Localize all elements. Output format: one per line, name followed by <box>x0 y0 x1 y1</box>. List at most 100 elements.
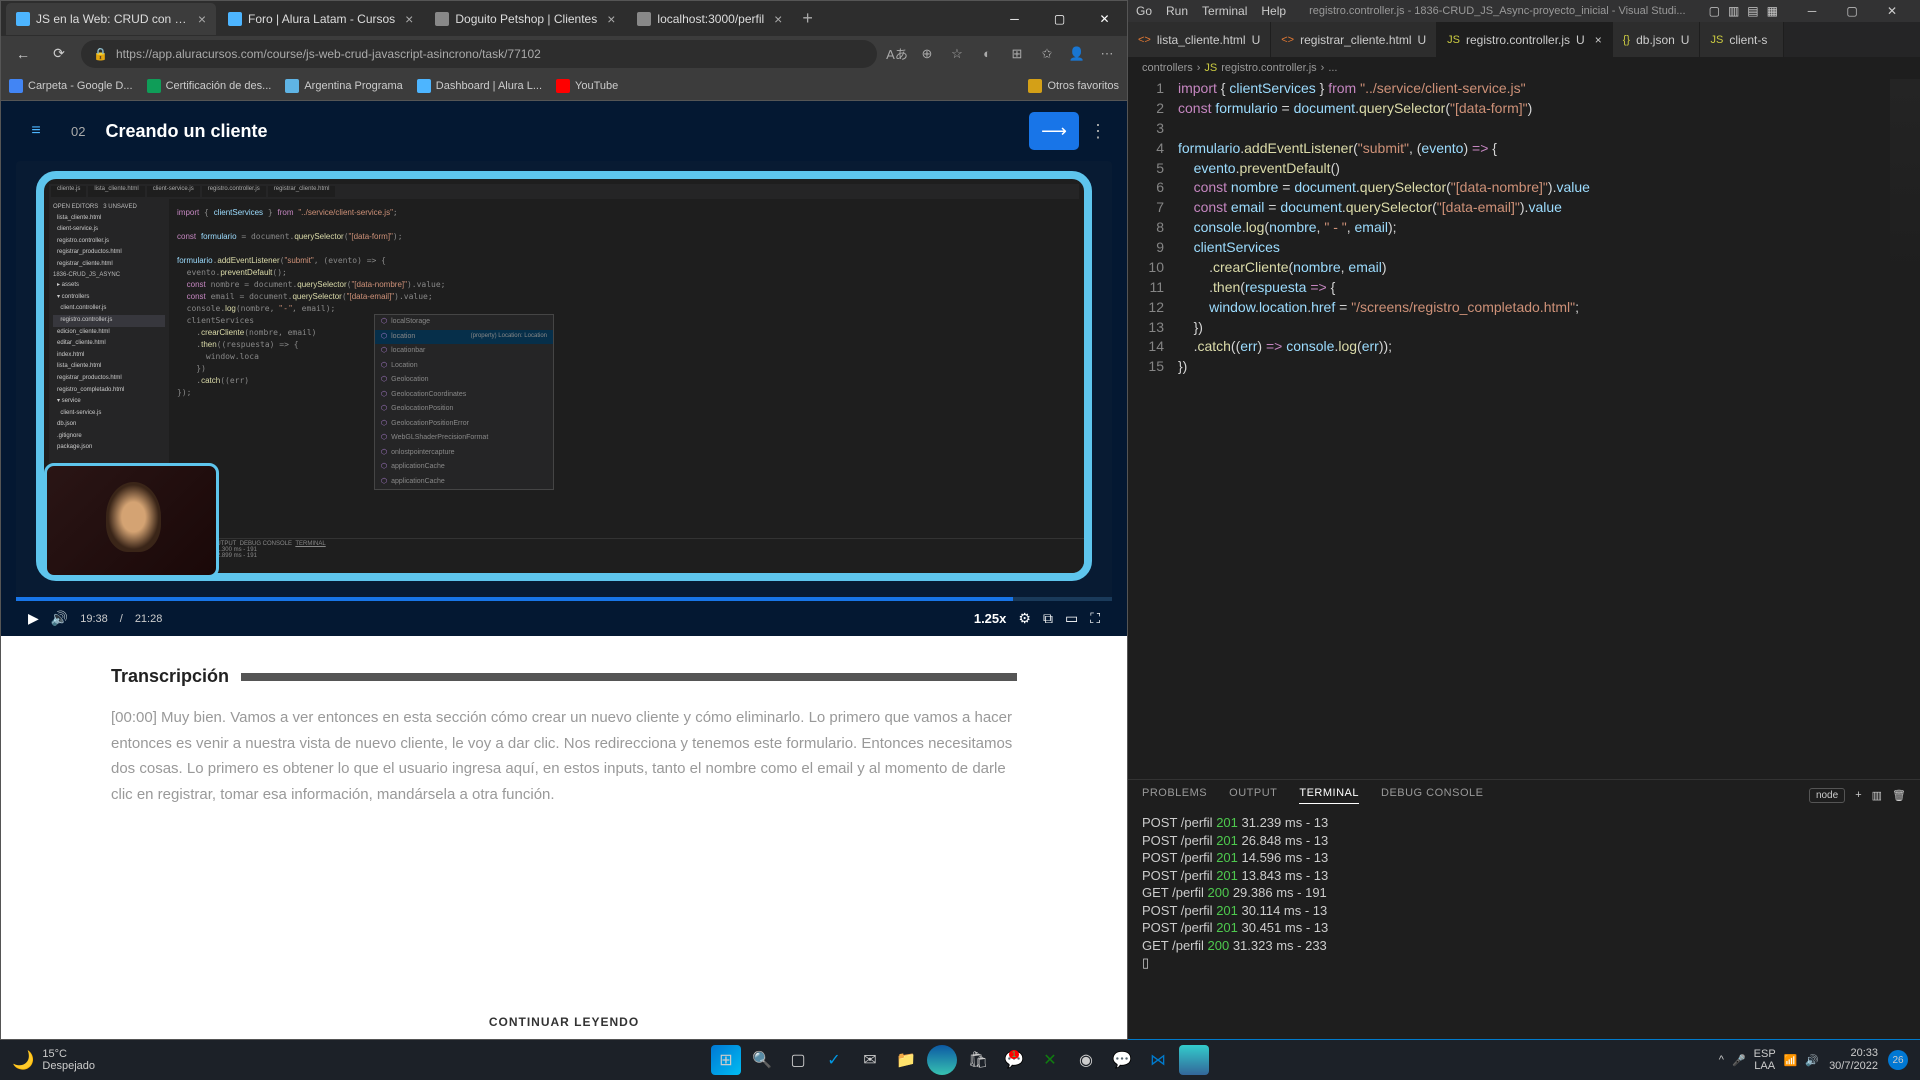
url-input[interactable]: 🔒 https://app.aluracursos.com/course/js-… <box>81 40 877 68</box>
task-view-icon[interactable]: ▢ <box>783 1045 813 1075</box>
next-lesson-button[interactable]: ⟶ <box>1029 112 1079 150</box>
code-line: }) <box>1178 357 1920 377</box>
tab-close-icon[interactable]: × <box>198 11 206 27</box>
vscode-icon[interactable]: ⋈ <box>1143 1045 1173 1075</box>
volume-icon[interactable]: 🔊 <box>1805 1054 1819 1067</box>
split-terminal-icon[interactable]: ▥ <box>1872 789 1882 802</box>
app-icon[interactable] <box>1179 1045 1209 1075</box>
extension-icon[interactable]: ◐ <box>975 42 999 66</box>
store-icon[interactable]: 🛍 <box>963 1045 993 1075</box>
play-button[interactable]: ▶ <box>28 610 39 627</box>
browser-tab[interactable]: Doguito Petshop | Clientes× <box>425 3 625 35</box>
settings-icon[interactable]: ⚙ <box>1018 610 1031 627</box>
panel-tabs: PROBLEMS OUTPUT TERMINAL DEBUG CONSOLE node… <box>1128 780 1920 810</box>
collections-icon[interactable]: ⊞ <box>1005 42 1029 66</box>
tab-close-icon[interactable]: × <box>405 11 413 27</box>
code-line: .catch((err) => console.log(err)); <box>1178 337 1920 357</box>
todo-icon[interactable]: ✓ <box>819 1045 849 1075</box>
browser-tab[interactable]: Foro | Alura Latam - Cursos× <box>218 3 423 35</box>
menu-item[interactable]: Run <box>1166 4 1188 18</box>
browser-tab[interactable]: localhost:3000/perfil× <box>627 3 792 35</box>
vs-breadcrumb[interactable]: controllers› JS registro.controller.js› … <box>1128 57 1920 79</box>
other-bookmarks[interactable]: Otros favoritos <box>1028 79 1119 93</box>
layout-icon[interactable]: ▥ <box>1728 4 1739 18</box>
editor-tab[interactable]: {}db.jsonU <box>1613 22 1701 57</box>
lesson-header: ≡ 02 Creando un cliente ⟶ ⋮ <box>1 101 1127 161</box>
continue-reading-button[interactable]: CONTINUAR LEYENDO <box>489 1015 639 1029</box>
search-icon[interactable]: 🔍 <box>747 1045 777 1075</box>
whatsapp-icon[interactable]: 💬1 <box>999 1045 1029 1075</box>
menu-item[interactable]: Go <box>1136 4 1152 18</box>
browser-tab[interactable]: JS en la Web: CRUD con Jav× <box>6 3 216 35</box>
editor-tab[interactable]: JSclient-s <box>1700 22 1784 57</box>
start-button[interactable]: ⊞ <box>711 1045 741 1075</box>
panel-tab[interactable]: DEBUG CONSOLE <box>1381 787 1483 804</box>
terminal-shell-badge[interactable]: node <box>1809 788 1845 803</box>
translate-icon[interactable]: ⊕ <box>915 42 939 66</box>
mic-icon[interactable]: 🎤 <box>1732 1054 1746 1067</box>
vs-editor[interactable]: 123456789101112131415 import { clientSer… <box>1128 79 1920 779</box>
clock[interactable]: 20:33 30/7/2022 <box>1829 1047 1878 1073</box>
steam-icon[interactable]: ◉ <box>1071 1045 1101 1075</box>
weather-widget[interactable]: 🌙 15°C Despejado <box>12 1048 95 1072</box>
panel-tab[interactable]: TERMINAL <box>1299 787 1359 804</box>
profile-icon[interactable]: 👤 <box>1065 42 1089 66</box>
notifications-badge[interactable]: 26 <box>1888 1050 1908 1070</box>
layout-icon[interactable]: ▤ <box>1747 4 1758 18</box>
bookmark-item[interactable]: Argentina Programa <box>285 79 402 93</box>
menu-item[interactable]: Terminal <box>1202 4 1247 18</box>
vs-minimize[interactable]: ─ <box>1792 4 1832 18</box>
more-icon[interactable]: ⋯ <box>1095 42 1119 66</box>
explorer-icon[interactable]: 📁 <box>891 1045 921 1075</box>
minimize-button[interactable]: ─ <box>992 1 1037 36</box>
terminal-output[interactable]: POST /perfil 201 31.239 ms - 13POST /per… <box>1128 810 1920 1039</box>
lesson-menu-icon[interactable]: ⋮ <box>1089 121 1107 142</box>
bookmark-item[interactable]: Dashboard | Alura L... <box>417 79 542 93</box>
editor-tab[interactable]: <>registrar_cliente.htmlU <box>1271 22 1437 57</box>
menu-icon[interactable]: ≡ <box>21 116 51 146</box>
favorites-star-icon[interactable]: ✩ <box>1035 42 1059 66</box>
bookmark-item[interactable]: YouTube <box>556 79 618 93</box>
panel-tab[interactable]: PROBLEMS <box>1142 787 1207 804</box>
new-tab-button[interactable]: + <box>794 8 821 29</box>
js-icon: JS <box>1204 62 1217 74</box>
tab-close-icon[interactable]: × <box>1595 33 1602 47</box>
theater-icon[interactable]: ▭ <box>1065 610 1078 627</box>
layout-icon[interactable]: ▢ <box>1709 4 1720 18</box>
refresh-button[interactable]: ⟳ <box>45 40 73 68</box>
tab-close-icon[interactable]: × <box>774 11 782 27</box>
vs-close[interactable]: ✕ <box>1872 4 1912 18</box>
discord-icon[interactable]: 💬 <box>1107 1045 1137 1075</box>
tab-close-icon[interactable]: × <box>607 11 615 27</box>
back-button[interactable]: ← <box>9 40 37 68</box>
editor-tab[interactable]: JSregistro.controller.jsU× <box>1437 22 1613 57</box>
code-area[interactable]: import { clientServices } from "../servi… <box>1178 79 1920 779</box>
fullscreen-icon[interactable]: ⛶ <box>1090 610 1100 627</box>
read-aloud-icon[interactable]: Aあ <box>885 42 909 66</box>
wifi-icon[interactable]: 📶 <box>1784 1054 1798 1067</box>
close-window-button[interactable]: ✕ <box>1082 1 1127 36</box>
trash-icon[interactable]: 🗑 <box>1892 789 1906 802</box>
maximize-button[interactable]: ▢ <box>1037 1 1082 36</box>
favorite-icon[interactable]: ☆ <box>945 42 969 66</box>
bookmark-item[interactable]: Carpeta - Google D... <box>9 79 133 93</box>
menu-item[interactable]: Help <box>1261 4 1286 18</box>
panel-tab[interactable]: OUTPUT <box>1229 787 1277 804</box>
mail-icon[interactable]: ✉ <box>855 1045 885 1075</box>
autocomplete-item: ⬡GeolocationCoordinates <box>375 388 553 403</box>
tray-chevron-icon[interactable]: ^ <box>1719 1054 1724 1066</box>
new-terminal-icon[interactable]: + <box>1855 789 1861 801</box>
minimap[interactable] <box>1890 79 1920 279</box>
volume-button[interactable]: 🔊 <box>51 610 68 627</box>
code-line: const formulario = document.querySelecto… <box>1178 99 1920 119</box>
vs-maximize[interactable]: ▢ <box>1832 4 1872 18</box>
lesson-title: Creando un cliente <box>105 121 267 142</box>
editor-tab[interactable]: <>lista_cliente.htmlU <box>1128 22 1271 57</box>
edge-icon[interactable] <box>927 1045 957 1075</box>
pip-icon[interactable]: ⧉ <box>1043 610 1053 627</box>
xbox-icon[interactable]: ✕ <box>1035 1045 1065 1075</box>
layout-icon[interactable]: ▦ <box>1767 4 1778 18</box>
playback-speed[interactable]: 1.25x <box>974 611 1007 626</box>
bookmark-icon <box>556 79 570 93</box>
bookmark-item[interactable]: Certificación de des... <box>147 79 272 93</box>
